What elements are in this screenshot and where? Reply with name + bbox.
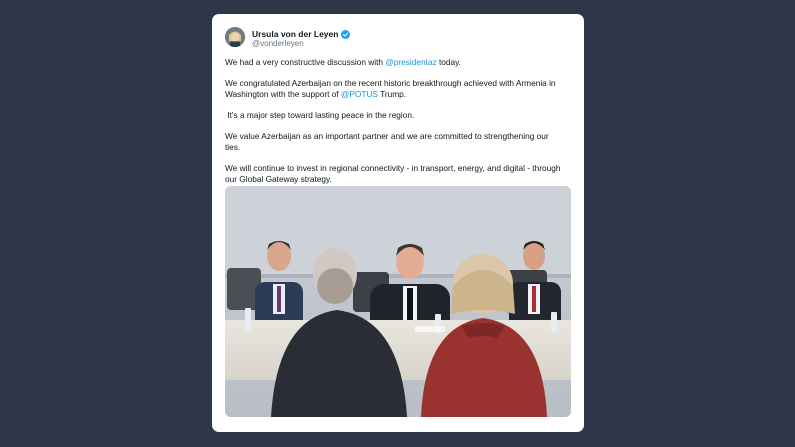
- paragraph-5: We will continue to invest in regional c…: [225, 163, 573, 184]
- author-handle[interactable]: @vonderleyen: [252, 39, 304, 48]
- tweet-photo[interactable]: [225, 186, 571, 417]
- text-span: today.: [436, 57, 461, 67]
- mention-potus[interactable]: @POTUS: [341, 89, 378, 99]
- paragraph-2: We congratulated Azerbaijan on the recen…: [225, 78, 573, 99]
- text-span: Washington with the support of: [225, 88, 341, 99]
- paragraph-4: We value Azerbaijan as an important part…: [225, 131, 573, 152]
- text-span: ties.: [225, 141, 241, 152]
- paragraph-1: We had a very constructive discussion wi…: [225, 57, 573, 68]
- mention-presidentaz[interactable]: @presidentaz: [385, 57, 436, 67]
- text-span: We had a very constructive discussion wi…: [225, 57, 386, 67]
- tweet-card: Ursula von der Leyen @vonderleyen We had…: [212, 14, 584, 432]
- text-span: We value Azerbaijan as an important part…: [225, 131, 549, 142]
- tweet-text: We had a very constructive discussion wi…: [225, 57, 573, 195]
- text-span: We will continue to invest in regional c…: [225, 162, 561, 173]
- author-name[interactable]: Ursula von der Leyen: [252, 29, 338, 39]
- paragraph-3: It's a major step toward lasting peace i…: [225, 109, 415, 120]
- verified-badge-icon: [341, 29, 351, 39]
- text-span: We congratulated Azerbaijan on the recen…: [225, 78, 556, 89]
- text-span: Trump.: [377, 88, 407, 99]
- text-span: our Global Gateway strategy.: [225, 173, 332, 184]
- avatar[interactable]: [225, 27, 245, 47]
